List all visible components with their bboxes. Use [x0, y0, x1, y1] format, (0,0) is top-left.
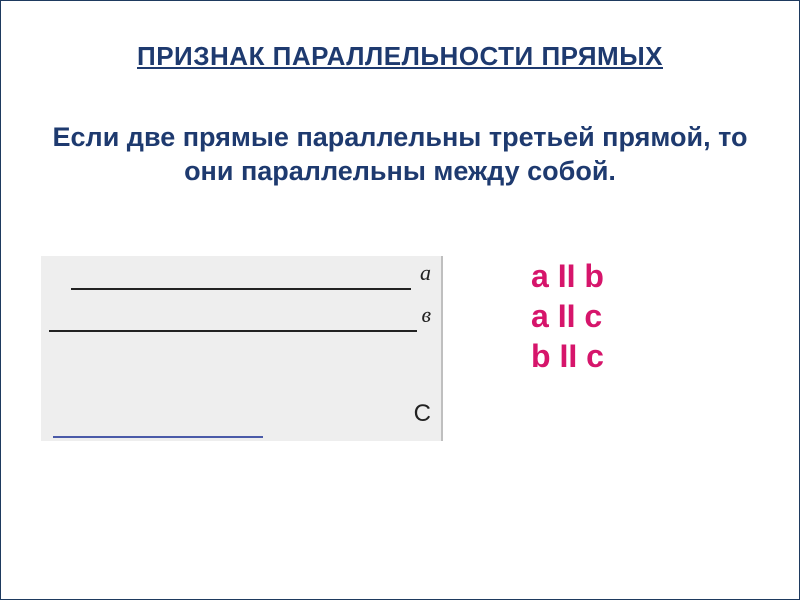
relations-block: a II b a II c b II c — [531, 256, 604, 376]
relation-2: a II c — [531, 296, 604, 336]
relation-3: b II c — [531, 336, 604, 376]
line-b — [49, 330, 417, 332]
line-c — [53, 436, 263, 438]
relation-1: a II b — [531, 256, 604, 296]
line-a — [71, 288, 411, 290]
line-label-b: в — [421, 302, 431, 328]
theorem-text: Если две прямые параллельны третьей прям… — [41, 121, 759, 189]
parallel-lines-diagram: a в С — [41, 256, 443, 441]
slide-title: ПРИЗНАК ПАРАЛЛЕЛЬНОСТИ ПРЯМЫХ — [1, 41, 799, 72]
slide: ПРИЗНАК ПАРАЛЛЕЛЬНОСТИ ПРЯМЫХ Если две п… — [0, 0, 800, 600]
line-label-a: a — [420, 260, 431, 286]
line-label-c: С — [414, 400, 431, 428]
